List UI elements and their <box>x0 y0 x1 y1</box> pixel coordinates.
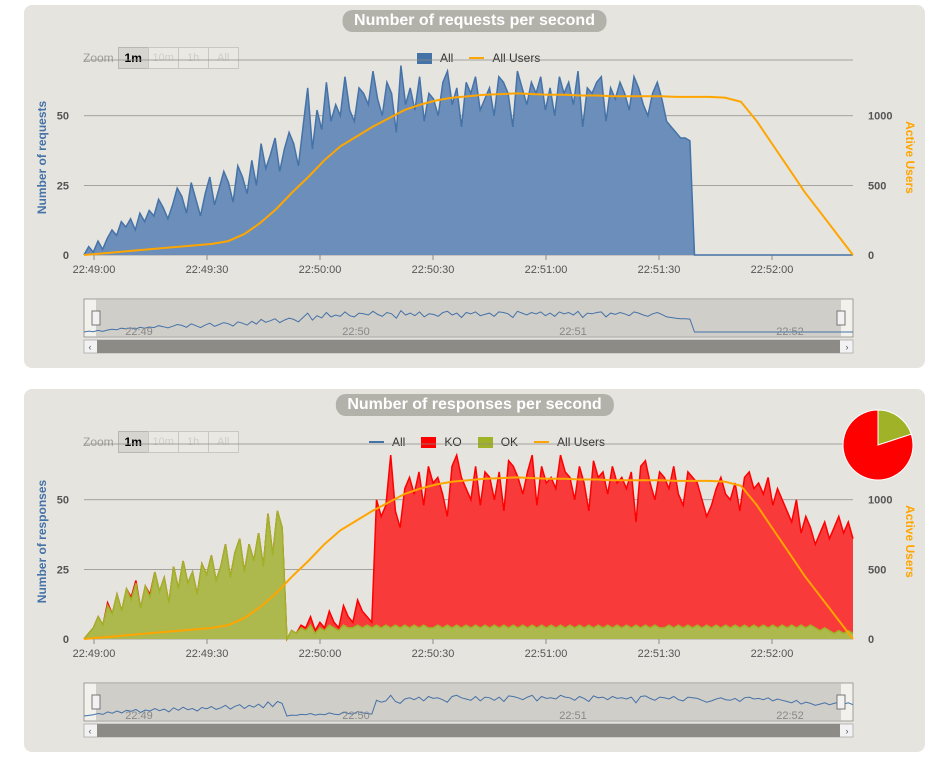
navigator-tick-label: 22:50 <box>342 710 370 722</box>
navigator-tick-label: 22:50 <box>342 326 370 338</box>
navigator-tick-label: 22:52 <box>776 326 804 338</box>
scrollbar-left-arrow-icon[interactable]: ‹ <box>89 726 92 736</box>
x-tick-label: 22:50:30 <box>412 648 455 660</box>
y2-tick-label: 0 <box>868 250 874 262</box>
y2-axis-label: Active Users <box>903 505 917 578</box>
x-tick-label: 22:50:00 <box>299 264 342 276</box>
scrollbar-thumb[interactable] <box>97 340 840 353</box>
x-tick-label: 22:51:00 <box>525 648 568 660</box>
y2-axis-label: Active Users <box>903 121 917 194</box>
navigator-tick-label: 22:52 <box>776 710 804 722</box>
x-tick-label: 22:49:00 <box>73 648 116 660</box>
y-axis-label: Number of responses <box>35 479 49 603</box>
navigator-left-handle[interactable] <box>91 694 101 710</box>
requests-chart: 025500500100022:49:00 22:49:30 22:50:00 22:… <box>35 59 917 354</box>
scrollbar-thumb[interactable] <box>97 724 840 737</box>
navigator-selected-range <box>96 683 841 721</box>
x-tick-label: 22:51:00 <box>525 264 568 276</box>
navigator-tick-label: 22:51 <box>559 710 587 722</box>
navigator-left-handle[interactable] <box>91 310 101 326</box>
y2-tick-label: 0 <box>868 634 874 646</box>
scrollbar-right-arrow-icon[interactable]: › <box>846 342 849 352</box>
y2-tick-label: 500 <box>868 564 886 576</box>
y-tick-label: 25 <box>57 564 69 576</box>
x-tick-label: 22:50:30 <box>412 264 455 276</box>
y-tick-label: 0 <box>63 634 69 646</box>
y-tick-label: 0 <box>63 250 69 262</box>
y2-tick-label: 500 <box>868 180 886 192</box>
responses-chart: 025500500100022:49:00 22:49:30 22:50:00 22:… <box>35 443 917 738</box>
navigator-right-handle[interactable] <box>836 310 846 326</box>
x-tick-label: 22:51:30 <box>638 264 681 276</box>
y-tick-label: 50 <box>57 111 69 123</box>
x-tick-label: 22:49:30 <box>186 648 229 660</box>
navigator-selected-range <box>96 299 841 337</box>
series-all-area <box>84 65 853 255</box>
navigator-right-handle[interactable] <box>836 694 846 710</box>
navigator-tick-label: 22:49 <box>125 710 153 722</box>
requests-panel: Number of requests per second Zoom 1m 10… <box>24 5 925 368</box>
x-tick-label: 22:52:00 <box>751 648 794 660</box>
x-tick-label: 22:52:00 <box>751 264 794 276</box>
responses-panel: Number of responses per second Zoom 1m 1… <box>24 389 925 752</box>
y2-tick-label: 1000 <box>868 495 892 507</box>
y-axis-label: Number of requests <box>35 100 49 214</box>
y2-tick-label: 1000 <box>868 111 892 123</box>
y-tick-label: 25 <box>57 180 69 192</box>
x-tick-label: 22:51:30 <box>638 648 681 660</box>
navigator-tick-label: 22:51 <box>559 326 587 338</box>
x-tick-label: 22:49:30 <box>186 264 229 276</box>
ko-ok-pie-chart <box>842 409 914 481</box>
x-tick-label: 22:50:00 <box>299 648 342 660</box>
scrollbar-left-arrow-icon[interactable]: ‹ <box>89 342 92 352</box>
scrollbar-right-arrow-icon[interactable]: › <box>846 726 849 736</box>
x-tick-label: 22:49:00 <box>73 264 116 276</box>
navigator-tick-label: 22:49 <box>125 326 153 338</box>
y-tick-label: 50 <box>57 495 69 507</box>
